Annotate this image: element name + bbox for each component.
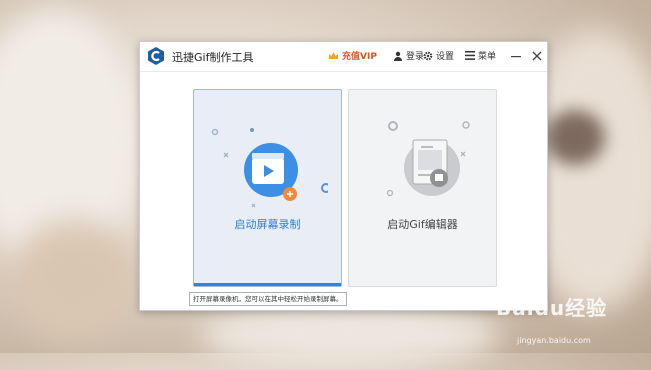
settings-label: 设置	[436, 52, 455, 62]
titlebar: 迅捷Gif制作工具 充值VIP 登录 设置 菜单	[140, 42, 547, 72]
gif-editor-label: 启动Gif编辑器	[387, 218, 458, 231]
tooltip: 打开屏幕录像机，您可以在其中轻松开始录制屏幕。	[189, 292, 347, 306]
settings-button[interactable]: 设置	[423, 49, 454, 62]
close-icon[interactable]	[530, 49, 544, 63]
login-label: 登录	[406, 52, 425, 62]
screen-record-label: 启动屏幕录制	[234, 218, 301, 231]
app-title: 迅捷Gif制作工具	[172, 51, 254, 64]
vip-button[interactable]: 充值VIP	[328, 49, 377, 62]
minimize-icon[interactable]	[509, 49, 523, 63]
user-icon	[394, 51, 402, 61]
watermark-url: jingyan.baidu.com	[517, 336, 591, 345]
screen-record-icon	[211, 128, 328, 208]
gif-editor-icon	[386, 121, 470, 197]
card-highlight-bar	[194, 283, 341, 286]
hamburger-icon	[465, 51, 475, 60]
screen-record-card[interactable]: 启动屏幕录制	[193, 89, 342, 287]
vip-label: 充值VIP	[342, 52, 377, 62]
watermark-logo: Baidu经验	[496, 296, 608, 320]
gif-editor-card[interactable]: 启动Gif编辑器	[348, 89, 497, 287]
menu-label: 菜单	[478, 52, 497, 62]
login-button[interactable]: 登录	[393, 49, 424, 62]
crown-icon	[329, 51, 338, 59]
app-logo-icon	[148, 47, 164, 65]
app-window: 迅捷Gif制作工具 充值VIP 登录 设置 菜单 启动屏幕录制 启动Gif编辑器	[139, 41, 548, 311]
menu-button[interactable]: 菜单	[465, 49, 496, 62]
gear-icon	[423, 51, 433, 60]
